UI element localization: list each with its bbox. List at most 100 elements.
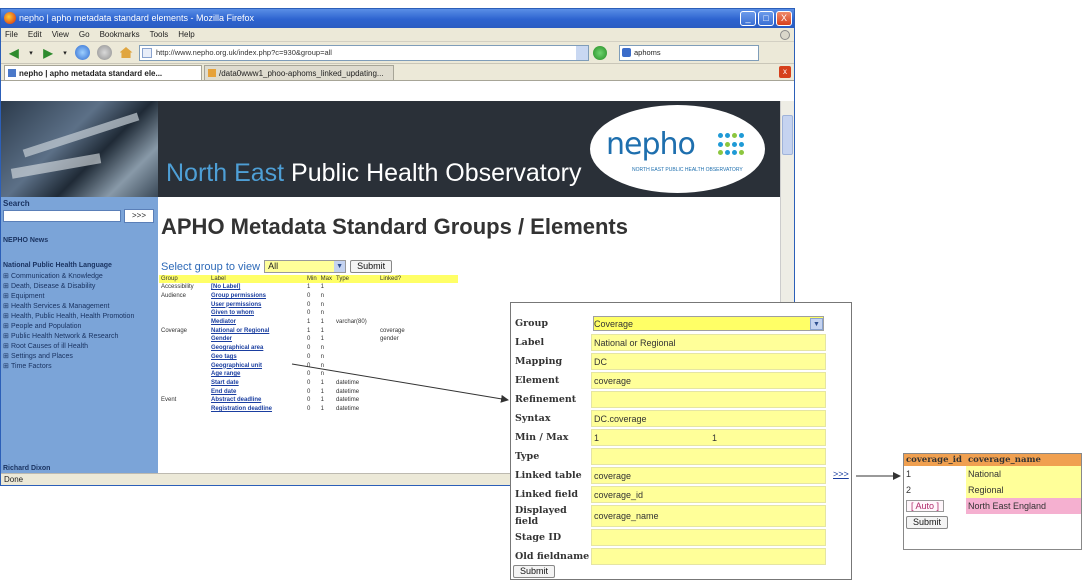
cell-label[interactable]: Start date [209,379,305,388]
table-row: Geographical area 0 n [159,344,458,353]
menu-help[interactable]: Help [178,30,194,39]
forward-dropdown-icon[interactable]: ▾ [61,45,69,61]
firefox-icon [4,12,16,24]
element-edit-panel: Group Coverage ▼ Label National or Regional M… [510,302,852,580]
element-submit-button[interactable]: Submit [513,565,556,578]
lookup-new-name-field[interactable]: North East England [966,498,1081,514]
sidebar-item[interactable]: Communication & Knowledge [3,272,156,281]
sidebar-item[interactable]: People and Population [3,322,156,331]
linked-table-link[interactable]: >>> [833,469,849,479]
sidebar-item[interactable]: Time Factors [3,362,156,371]
table-row: End date 0 1 datetime [159,387,458,396]
sidebar-item[interactable]: Root Causes of ill Health [3,342,156,351]
logo-subtitle: NORTH EAST PUBLIC HEALTH OBSERVATORY [632,167,743,173]
field-label: Syntax [515,413,551,424]
cell-label[interactable]: Mediator [209,318,305,327]
field-input[interactable]: DC [591,353,826,370]
close-tab-icon[interactable]: x [779,66,791,78]
cell-type: varchar(80) [336,319,367,326]
field-input[interactable]: DC.coverage [591,410,826,427]
menu-bookmarks[interactable]: Bookmarks [100,30,140,39]
site-search-input[interactable] [3,210,121,222]
address-bar[interactable]: http://www.nepho.org.uk/index.php?c=930&… [139,44,589,61]
news-heading[interactable]: NEPHO News [3,237,48,244]
cell-group [159,361,209,370]
sidebar-item[interactable]: Equipment [3,292,156,301]
cell-label[interactable]: Given to whom [209,309,305,318]
field-input[interactable]: coverage_id [591,486,826,503]
cell-group: Event [161,397,177,404]
menu-view[interactable]: View [52,30,69,39]
close-button[interactable]: X [776,11,792,26]
minimize-button[interactable]: _ [740,11,756,26]
cell-group [159,370,209,379]
sidebar-footer-name[interactable]: Richard Dixon [3,465,50,472]
forward-arrow-icon[interactable]: ▶ [39,45,57,61]
table-row: Accessibility [No Label] 1 1 [159,283,458,292]
tab-active[interactable]: nepho | apho metadata standard ele... [4,65,202,80]
cell-linked [378,405,458,414]
field-input[interactable] [591,448,826,465]
cell-label[interactable]: Group permissions [209,292,305,301]
back-arrow-icon[interactable]: ◀ [5,45,23,61]
cell-label[interactable]: Geographical area [209,344,305,353]
sidebar-item[interactable]: Health Services & Management [3,302,156,311]
cell-label[interactable]: [No Label] [209,283,305,292]
field-input[interactable]: coverage_name [591,505,826,527]
field-input[interactable] [591,529,826,546]
nepho-logo[interactable]: nepho [606,127,696,162]
library-heading[interactable]: National Public Health Language [3,262,112,269]
reload-icon[interactable] [73,45,91,61]
max-value[interactable]: 1 [712,433,717,443]
field-input[interactable]: coverage [591,372,826,389]
tab-active-label: nepho | apho metadata standard ele... [19,69,163,78]
cell-group: Accessibility [161,284,194,291]
lookup-name-field[interactable]: National [966,466,1081,482]
maximize-button[interactable]: □ [758,11,774,26]
tab-inactive[interactable]: /data0www1_phoo-aphoms_linked_updating..… [204,65,394,80]
lookup-name-field[interactable]: Regional [966,482,1081,498]
form-row: Stage ID [515,529,826,546]
home-icon[interactable] [117,45,135,61]
cell-label[interactable]: Abstract deadline [209,396,305,405]
col-min: Min [305,275,319,283]
search-box[interactable]: aphoms [619,44,759,61]
address-dropdown-icon[interactable] [576,45,588,60]
cell-label[interactable]: Geographical unit [209,361,305,370]
field-input[interactable]: coverage [591,467,826,484]
cell-label[interactable]: User permissions [209,300,305,309]
cell-label[interactable]: Gender [209,335,305,344]
tab-favicon-icon [8,69,16,77]
go-icon[interactable] [593,45,607,60]
back-dropdown-icon[interactable]: ▾ [27,45,35,61]
field-input[interactable] [591,548,826,565]
sidebar-item[interactable]: Settings and Places [3,352,156,361]
cell-label[interactable]: Registration deadline [209,405,305,414]
cell-min: 0 [307,353,311,360]
submit-button[interactable]: Submit [350,260,393,273]
cell-label[interactable]: National or Regional [209,326,305,335]
menu-edit[interactable]: Edit [28,30,42,39]
field-input[interactable]: National or Regional [591,334,826,351]
cell-label[interactable]: Age range [209,370,305,379]
cell-type [334,300,378,309]
menu-tools[interactable]: Tools [150,30,169,39]
sidebar-item[interactable]: Death, Disease & Disability [3,282,156,291]
site-search-button[interactable]: >>> [124,209,154,223]
min-value[interactable]: 1 [594,433,712,443]
group-select[interactable]: Coverage ▼ [591,315,826,332]
min-max-field[interactable]: 11 [591,429,826,446]
stop-icon[interactable] [95,45,113,61]
field-input[interactable] [591,391,826,408]
scrollbar-thumb[interactable] [782,115,793,155]
cell-label[interactable]: End date [209,387,305,396]
sidebar-item[interactable]: Public Health Network & Research [3,332,156,341]
sidebar-item[interactable]: Health, Public Health, Health Promotion [3,312,156,321]
lookup-submit-button[interactable]: Submit [906,516,949,529]
menu-go[interactable]: Go [79,30,90,39]
cell-label[interactable]: Geo tags [209,353,305,362]
cell-min: 0 [307,388,311,395]
menu-file[interactable]: File [5,30,18,39]
table-row: Given to whom 0 n [159,309,458,318]
group-select[interactable]: All ▼ [264,260,347,273]
